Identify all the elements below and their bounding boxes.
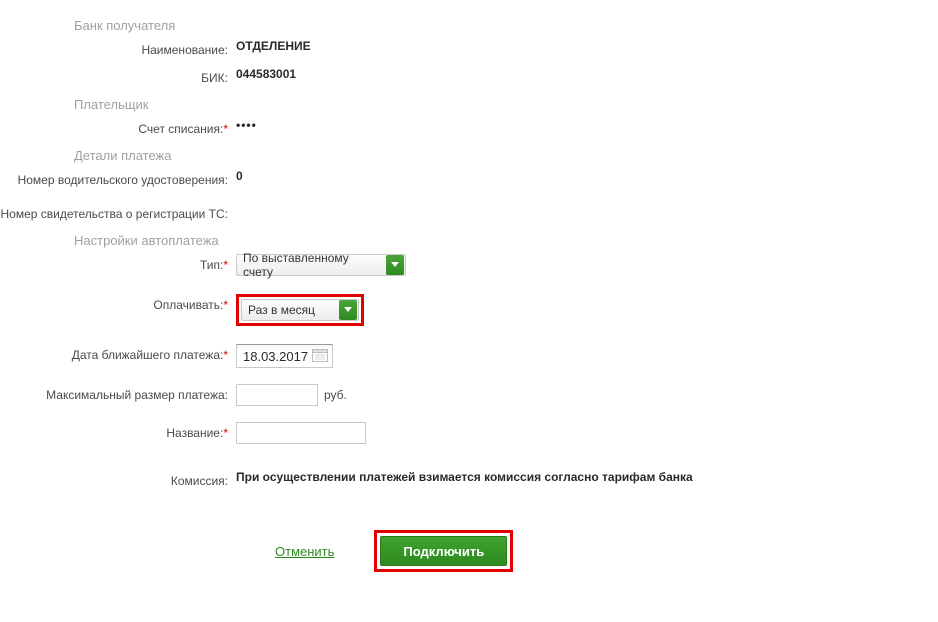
- value-debit-account: ••••: [234, 118, 938, 132]
- label-driver-license: Номер водительского удостоверения:: [0, 169, 234, 189]
- section-autopay: Настройки автоплатежа: [74, 233, 938, 248]
- connect-highlight: Подключить: [374, 530, 513, 572]
- pay-highlight: Раз в месяц: [236, 294, 364, 326]
- label-bik: БИК:: [0, 67, 234, 87]
- row-title: Название:*: [0, 422, 938, 444]
- value-name: ОТДЕЛЕНИЕ: [234, 39, 938, 53]
- row-type: Тип:* По выставленному счету: [0, 254, 938, 276]
- type-dropdown-text: По выставленному счету: [243, 251, 385, 279]
- row-vehicle-reg: Номер свидетельства о регистрации ТС:: [0, 203, 938, 225]
- section-bank-receiver: Банк получателя: [74, 18, 938, 33]
- chevron-down-icon: [386, 255, 404, 275]
- row-max-amount: Максимальный размер платежа: руб.: [0, 384, 938, 406]
- cancel-button[interactable]: Отменить: [275, 544, 334, 559]
- row-bik: БИК: 044583001: [0, 67, 938, 89]
- value-commission: При осуществлении платежей взимается ком…: [234, 470, 938, 484]
- label-max-amount: Максимальный размер платежа:: [0, 384, 234, 404]
- row-commission: Комиссия: При осуществлении платежей взи…: [0, 470, 938, 492]
- title-input[interactable]: [236, 422, 366, 444]
- label-type: Тип:*: [0, 254, 234, 274]
- chevron-down-icon: [339, 300, 357, 320]
- row-name: Наименование: ОТДЕЛЕНИЕ: [0, 39, 938, 61]
- label-next-date: Дата ближайшего платежа:*: [0, 344, 234, 364]
- pay-dropdown[interactable]: Раз в месяц: [241, 299, 359, 321]
- label-title: Название:*: [0, 422, 234, 442]
- section-payer: Плательщик: [74, 97, 938, 112]
- value-bik: 044583001: [234, 67, 938, 81]
- connect-button[interactable]: Подключить: [380, 536, 507, 566]
- type-dropdown[interactable]: По выставленному счету: [236, 254, 406, 276]
- section-payment-details: Детали платежа: [74, 148, 938, 163]
- calendar-icon: [312, 348, 328, 365]
- row-next-date: Дата ближайшего платежа:* 18.03.2017: [0, 344, 938, 368]
- currency-unit: руб.: [324, 388, 347, 402]
- max-amount-input[interactable]: [236, 384, 318, 406]
- label-name: Наименование:: [0, 39, 234, 59]
- label-vehicle-reg: Номер свидетельства о регистрации ТС:: [0, 203, 234, 223]
- value-driver-license: 0: [234, 169, 938, 183]
- row-pay: Оплачивать:* Раз в месяц: [0, 294, 938, 326]
- next-date-input[interactable]: 18.03.2017: [236, 344, 333, 368]
- row-debit-account: Счет списания:* ••••: [0, 118, 938, 140]
- row-driver-license: Номер водительского удостоверения: 0: [0, 169, 938, 191]
- label-pay: Оплачивать:*: [0, 294, 234, 314]
- next-date-value: 18.03.2017: [243, 349, 308, 364]
- label-debit-account: Счет списания:*: [0, 118, 234, 138]
- actions-row: Отменить Подключить: [0, 530, 938, 572]
- pay-dropdown-text: Раз в месяц: [248, 303, 321, 317]
- label-commission: Комиссия:: [0, 470, 234, 490]
